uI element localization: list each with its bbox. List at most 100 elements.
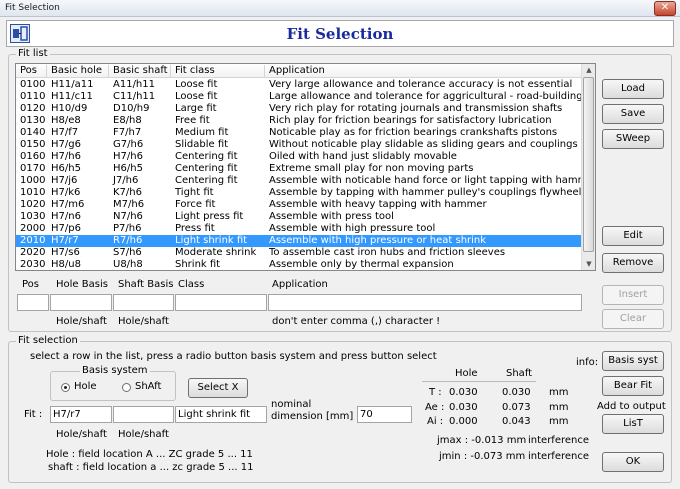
edit-button[interactable]: Edit: [602, 226, 664, 246]
fit-list-scrollbar[interactable]: ▲ ▼: [581, 64, 595, 270]
table-row[interactable]: 0140 H7/f7 F7/h7 Medium fit Noticable play a…: [16, 127, 582, 139]
result-ae-unit: mm: [549, 402, 569, 413]
table-row[interactable]: 1030 H7/n6 N7/h6 Light press fit Assemble wi…: [16, 211, 582, 223]
table-row[interactable]: 1020 H7/m6 M7/h6 Force fit Assemble with hea…: [16, 199, 582, 211]
clear-button[interactable]: Clear: [602, 309, 664, 329]
result-t-hole: 0.030: [449, 387, 478, 398]
cell-basic-shaft: F7/h7: [113, 127, 142, 138]
radio-hole[interactable]: [61, 383, 70, 392]
edit-hole-basis-input[interactable]: [50, 294, 112, 311]
jmax-interference-label: interference: [528, 435, 590, 446]
cell-basic-shaft: J7/h6: [113, 175, 139, 186]
dimension-label: dimension [mm]: [271, 411, 354, 422]
fit-list-group-label: Fit list: [16, 48, 50, 59]
close-button[interactable]: ✕: [654, 1, 676, 16]
fit-list[interactable]: Pos Basic hole Basic shaft Fit class App…: [15, 63, 596, 271]
window-title: Fit Selection: [5, 3, 60, 13]
column-header-pos[interactable]: Pos: [16, 65, 47, 78]
table-row[interactable]: 0100 H11/a11 A11/h11 Loose fit Very large al…: [16, 79, 582, 91]
table-row[interactable]: 2000 H7/p6 P7/h6 Press fit Assemble with hig…: [16, 223, 582, 235]
cell-basic-shaft: N7/h6: [113, 211, 143, 222]
nominal-dimension-input[interactable]: 70: [357, 406, 412, 423]
edit-pos-label: Pos: [22, 279, 40, 290]
cell-fit-class: Moderate shrink: [175, 247, 257, 258]
result-ai-shaft: 0.043: [502, 416, 531, 427]
radio-shaft[interactable]: [122, 383, 131, 392]
cell-fit-class: Force fit: [175, 199, 216, 210]
column-header-application[interactable]: Application: [265, 65, 585, 78]
fit-class-input[interactable]: Light shrink fit: [175, 406, 267, 423]
scroll-thumb[interactable]: [583, 77, 594, 252]
select-x-button[interactable]: Select X: [188, 378, 248, 398]
fit-shaft-input[interactable]: [113, 406, 174, 423]
cell-fit-class: Loose fit: [175, 91, 218, 102]
edit-class-input[interactable]: [175, 294, 267, 311]
cell-basic-shaft: K7/h6: [113, 187, 142, 198]
table-row[interactable]: 1000 H7/j6 J7/h6 Centering fit Assemble with…: [16, 175, 585, 187]
jmin-interference-label: interference: [528, 451, 590, 462]
cell-basic-shaft: H6/h5: [113, 163, 143, 174]
table-row[interactable]: 2010 H7/r7 R7/h6 Light shrink fit Assemble w…: [16, 235, 582, 247]
bear-fit-button[interactable]: Bear Fit: [602, 376, 664, 396]
cell-basic-hole: H7/f7: [51, 127, 79, 138]
table-row[interactable]: 0150 H7/g6 G7/h6 Slidable fit Without notica…: [16, 139, 582, 151]
save-button[interactable]: Save: [602, 104, 664, 124]
cell-pos: 0130: [20, 115, 46, 126]
basis-syst-button[interactable]: Basis syst: [602, 351, 664, 371]
cell-pos: 0140: [20, 127, 46, 138]
fit-hole-shaft-hint-1: Hole/shaft: [56, 429, 107, 440]
result-ai-hole: 0.000: [449, 416, 478, 427]
radio-shaft-label[interactable]: ShAft: [135, 381, 161, 392]
result-ai-unit: mm: [549, 416, 569, 427]
remove-button[interactable]: Remove: [602, 253, 664, 273]
cell-basic-hole: H10/d9: [51, 103, 88, 114]
cell-basic-shaft: A11/h11: [113, 79, 155, 90]
sweep-button[interactable]: SWeep: [602, 129, 664, 149]
edit-hole-basis-label: Hole Basis: [56, 279, 108, 290]
insert-button[interactable]: Insert: [602, 285, 664, 305]
cell-basic-hole: H11/a11: [51, 79, 94, 90]
results-header-divider: [422, 381, 536, 382]
nominal-label: nominal: [271, 399, 312, 410]
list-button[interactable]: LisT: [602, 414, 664, 434]
radio-hole-label[interactable]: Hole: [74, 381, 97, 392]
fit-selection-group-label: Fit selection: [16, 335, 80, 346]
cell-application: Assemble with heavy tapping with hammer: [269, 199, 487, 210]
cell-basic-hole: H7/h6: [51, 151, 81, 162]
scroll-up-icon[interactable]: ▲: [582, 64, 595, 76]
cell-application: Extreme small play for non moving parts: [269, 163, 474, 174]
cell-basic-shaft: P7/h6: [113, 223, 142, 234]
cell-pos: 0100: [20, 79, 46, 90]
shaft-field-help: shaft : field location a ... zc grade 5 …: [48, 462, 254, 473]
edit-hole-shaft-hint-2: Hole/shaft: [118, 316, 169, 327]
cell-basic-hole: H8/e8: [51, 115, 81, 126]
result-ae-label: Ae :: [425, 402, 445, 413]
table-row[interactable]: 2030 H8/u8 U8/h8 Shrink fit Assemble only by…: [16, 259, 582, 270]
cell-pos: 0160: [20, 151, 46, 162]
edit-pos-input[interactable]: [17, 294, 49, 311]
column-header-fit-class[interactable]: Fit class: [171, 65, 265, 78]
ok-button[interactable]: OK: [602, 452, 664, 472]
table-row[interactable]: 0160 H7/h6 H7/h6 Centering fit Oiled with ha…: [16, 151, 582, 163]
cell-pos: 2020: [20, 247, 46, 258]
fit-hole-input[interactable]: H7/r7: [50, 406, 112, 423]
cell-basic-hole: H8/u8: [51, 259, 81, 270]
scroll-down-icon[interactable]: ▼: [582, 258, 595, 270]
column-header-basic-shaft[interactable]: Basic shaft: [109, 65, 171, 78]
table-row[interactable]: 0130 H8/e8 E8/h8 Free fit Rich play for fric…: [16, 115, 582, 127]
table-row[interactable]: 0110 H11/c11 C11/h11 Loose fit Large allowan…: [16, 91, 583, 103]
table-row[interactable]: 2020 H7/s6 S7/h6 Moderate shrink To assemble…: [16, 247, 582, 259]
table-row[interactable]: 1010 H7/k6 K7/h6 Tight fit Assemble by tappi…: [16, 187, 582, 199]
edit-application-input[interactable]: [268, 294, 582, 311]
cell-application: Assemble by tapping with hammer pulley's…: [269, 187, 582, 198]
cell-basic-hole: H7/s6: [51, 247, 80, 258]
table-row[interactable]: 0120 H10/d9 D10/h9 Large fit Very rich play …: [16, 103, 582, 115]
cell-basic-shaft: S7/h6: [113, 247, 142, 258]
cell-basic-hole: H7/j6: [51, 175, 78, 186]
table-row[interactable]: 0170 H6/h5 H6/h5 Centering fit Extreme small…: [16, 163, 582, 175]
edit-shaft-basis-input[interactable]: [113, 294, 174, 311]
load-button[interactable]: Load: [602, 79, 664, 99]
result-ai-label: Ai :: [427, 416, 444, 427]
column-header-basic-hole[interactable]: Basic hole: [47, 65, 109, 78]
add-to-output-label: Add to output: [597, 401, 666, 412]
